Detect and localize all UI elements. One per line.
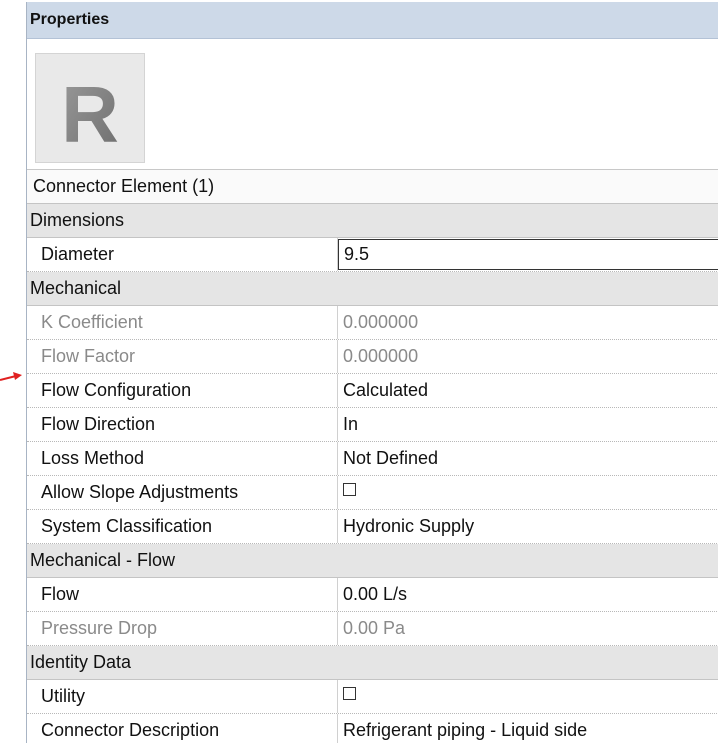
property-name: Flow Direction [27, 408, 338, 441]
property-value[interactable]: 0.00 L/s [338, 578, 718, 611]
allow-slope-adjustments-checkbox[interactable] [343, 483, 356, 496]
selector-label: Connector Element (1) [33, 176, 215, 196]
utility-checkbox[interactable] [343, 687, 356, 700]
group-label: Identity Data [30, 652, 132, 672]
property-value[interactable]: Calculated [338, 374, 718, 407]
property-row-diameter: Diameter 9.5 [27, 238, 718, 272]
revit-logo-icon[interactable]: R [35, 53, 145, 163]
property-row-k-coefficient: K Coefficient 0.000000 [27, 306, 718, 340]
property-value[interactable]: Hydronic Supply [338, 510, 718, 543]
property-value: 0.00 Pa [343, 618, 406, 638]
palette-title: Properties [27, 2, 718, 39]
property-name: Allow Slope Adjustments [27, 476, 338, 509]
group-header-mechanical-flow[interactable]: Mechanical - Flow [27, 544, 718, 578]
property-groups: Dimensions Diameter 9.5 Mechanical K Coeffic… [27, 204, 718, 743]
group-label: Mechanical - Flow [30, 550, 176, 570]
property-name: K Coefficient [27, 306, 338, 339]
revit-logo-letter: R [61, 70, 119, 159]
property-name: Loss Method [27, 442, 338, 475]
property-row-connector-description: Connector Description Refrigerant piping … [27, 714, 718, 743]
element-type-selector[interactable]: Connector Element (1) [27, 170, 718, 204]
property-row-system-classification: System Classification Hydronic Supply [27, 510, 718, 544]
property-value[interactable]: Not Defined [338, 442, 718, 475]
property-name: Pressure Drop [27, 612, 338, 645]
property-value-input[interactable]: 9.5 [338, 239, 718, 270]
property-value[interactable]: Refrigerant piping - Liquid side [338, 714, 718, 743]
property-name: Diameter [27, 238, 338, 271]
red-arrow-icon [0, 372, 22, 381]
property-row-loss-method: Loss Method Not Defined [27, 442, 718, 476]
property-name: Flow [27, 578, 338, 611]
property-value: 0.000000 [343, 312, 419, 332]
group-label: Mechanical [30, 278, 122, 298]
property-row-flow-factor: Flow Factor 0.000000 [27, 340, 718, 374]
property-row-utility: Utility [27, 680, 718, 714]
property-name: Flow Configuration [27, 374, 338, 407]
property-name: Utility [27, 680, 338, 713]
property-row-flow: Flow 0.00 L/s [27, 578, 718, 612]
group-header-dimensions[interactable]: Dimensions [27, 204, 718, 238]
palette-title-text: Properties [30, 11, 110, 28]
group-header-identity-data[interactable]: Identity Data [27, 646, 718, 680]
group-header-mechanical[interactable]: Mechanical [27, 272, 718, 306]
property-row-flow-configuration: Flow Configuration Calculated [27, 374, 718, 408]
type-selector-area: R [27, 39, 718, 170]
group-label: Dimensions [30, 210, 125, 230]
property-value[interactable]: In [338, 408, 718, 441]
properties-palette: Properties R Connector Element (1) Dimen… [26, 2, 718, 743]
property-value: 0.000000 [343, 346, 419, 366]
property-name: Connector Description [27, 714, 338, 743]
property-row-pressure-drop: Pressure Drop 0.00 Pa [27, 612, 718, 646]
property-row-flow-direction: Flow Direction In [27, 408, 718, 442]
property-value-cell[interactable] [338, 476, 718, 509]
property-row-allow-slope-adjustments: Allow Slope Adjustments [27, 476, 718, 510]
property-name: Flow Factor [27, 340, 338, 373]
property-name: System Classification [27, 510, 338, 543]
property-value-cell[interactable] [338, 680, 718, 713]
